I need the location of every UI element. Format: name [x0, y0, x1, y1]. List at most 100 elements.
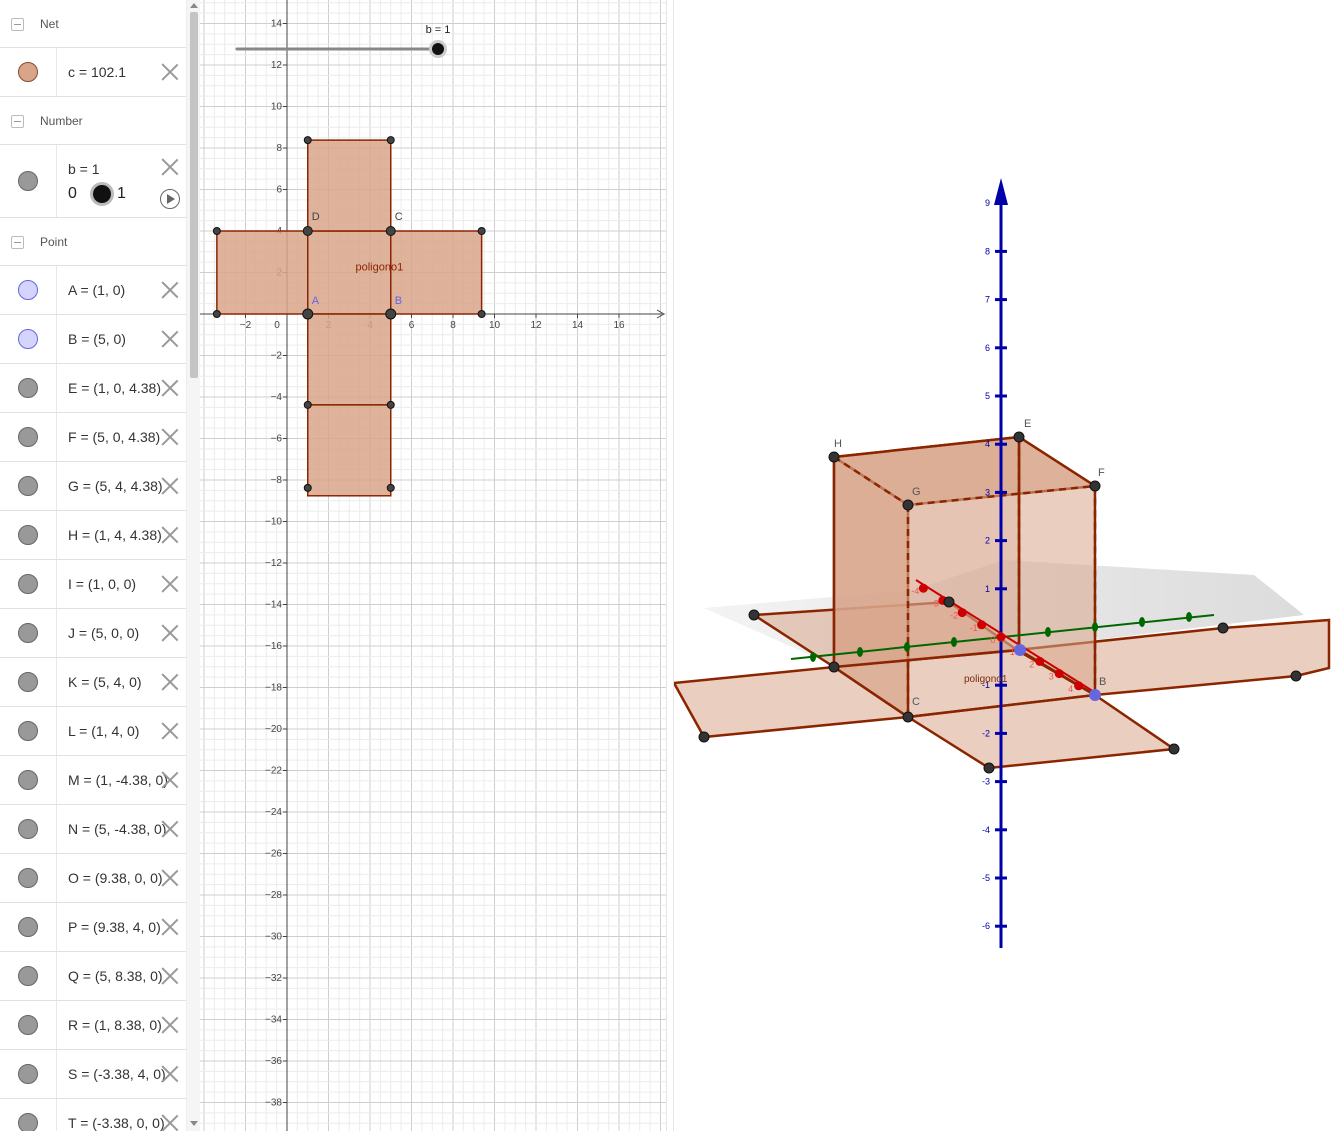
visibility-toggle[interactable]: [18, 1113, 38, 1131]
algebra-row-point[interactable]: G = (5, 4, 4.38): [0, 462, 186, 511]
play-button[interactable]: [160, 189, 180, 209]
algebra-row-point[interactable]: Q = (5, 8.38, 0): [0, 952, 186, 1001]
algebra-row-c[interactable]: c = 102.1: [0, 48, 186, 97]
visibility-toggle[interactable]: [18, 525, 38, 545]
delete-icon[interactable]: [161, 869, 179, 887]
algebra-row-point[interactable]: L = (1, 4, 0): [0, 707, 186, 756]
visibility-toggle[interactable]: [18, 62, 38, 82]
object-definition[interactable]: Q = (5, 8.38, 0): [68, 968, 163, 984]
collapse-icon[interactable]: [11, 115, 24, 128]
algebra-row-point[interactable]: K = (5, 4, 0): [0, 658, 186, 707]
algebra-row-point[interactable]: T = (-3.38, 0, 0): [0, 1099, 186, 1131]
object-definition[interactable]: N = (5, -4.38, 0): [68, 821, 166, 837]
graphics-3d-canvas[interactable]: 987654321-1-2-3-4-5-6-4-3-2-101234poligo…: [671, 0, 1331, 1131]
object-definition[interactable]: E = (1, 0, 4.38): [68, 380, 161, 396]
scroll-down-icon[interactable]: [190, 1121, 198, 1126]
delete-icon[interactable]: [161, 428, 179, 446]
algebra-row-point[interactable]: B = (5, 0): [0, 315, 186, 364]
object-definition[interactable]: S = (-3.38, 4, 0): [68, 1066, 166, 1082]
z-tick-label: -6: [982, 921, 990, 931]
slider-thumb[interactable]: [93, 185, 111, 203]
visibility-toggle[interactable]: [18, 868, 38, 888]
visibility-toggle[interactable]: [18, 427, 38, 447]
object-definition[interactable]: A = (1, 0): [68, 282, 125, 298]
delete-icon[interactable]: [161, 673, 179, 691]
object-definition[interactable]: L = (1, 4, 0): [68, 723, 139, 739]
algebra-row-point[interactable]: H = (1, 4, 4.38): [0, 511, 186, 560]
algebra-row-point[interactable]: O = (9.38, 0, 0): [0, 854, 186, 903]
object-definition[interactable]: K = (5, 4, 0): [68, 674, 142, 690]
z-tick-label: -2: [982, 728, 990, 738]
algebra-row-b[interactable]: b = 1 0 1: [0, 145, 186, 218]
object-definition[interactable]: B = (5, 0): [68, 331, 126, 347]
delete-icon[interactable]: [161, 281, 179, 299]
object-definition[interactable]: P = (9.38, 4, 0): [68, 919, 161, 935]
visibility-toggle[interactable]: [18, 476, 38, 496]
object-definition[interactable]: G = (5, 4, 4.38): [68, 478, 163, 494]
visibility-toggle[interactable]: [18, 966, 38, 986]
visibility-toggle[interactable]: [18, 819, 38, 839]
collapse-icon[interactable]: [11, 18, 24, 31]
scroll-up-icon[interactable]: [190, 3, 198, 8]
object-definition[interactable]: c = 102.1: [68, 64, 126, 80]
graphics-view-3d[interactable]: 9 8 7 6 5 4 3 2 1 -1 -2 -3 -4 -5 -6 -4 -3 -2 -1 0 1 2 3 4 poligo…: [671, 0, 1331, 1131]
delete-icon[interactable]: [161, 63, 179, 81]
visibility-toggle[interactable]: [18, 280, 38, 300]
object-definition[interactable]: J = (5, 0, 0): [68, 625, 139, 641]
delete-icon[interactable]: [161, 820, 179, 838]
visibility-toggle[interactable]: [18, 378, 38, 398]
delete-icon[interactable]: [161, 722, 179, 740]
object-definition[interactable]: M = (1, -4.38, 0): [68, 772, 168, 788]
delete-icon[interactable]: [161, 771, 179, 789]
visibility-toggle[interactable]: [18, 574, 38, 594]
object-definition[interactable]: O = (9.38, 0, 0): [68, 870, 163, 886]
visibility-toggle[interactable]: [18, 770, 38, 790]
visibility-toggle[interactable]: [18, 917, 38, 937]
algebra-row-point[interactable]: F = (5, 0, 4.38): [0, 413, 186, 462]
algebra-row-point[interactable]: E = (1, 0, 4.38): [0, 364, 186, 413]
y-tick-label: −22: [265, 766, 282, 777]
algebra-row-point[interactable]: M = (1, -4.38, 0): [0, 756, 186, 805]
object-definition[interactable]: F = (5, 0, 4.38): [68, 429, 160, 445]
delete-icon[interactable]: [161, 1016, 179, 1034]
group-number[interactable]: Number: [0, 97, 186, 145]
algebra-row-point[interactable]: J = (5, 0, 0): [0, 609, 186, 658]
object-definition[interactable]: b = 1: [68, 161, 100, 177]
graphics-view-2d[interactable]: −202468101214161412108642−2−4−6−8−10−12−…: [200, 0, 674, 1131]
delete-icon[interactable]: [161, 379, 179, 397]
object-definition[interactable]: H = (1, 4, 4.38): [68, 527, 162, 543]
visibility-toggle[interactable]: [18, 623, 38, 643]
graphics-2d-canvas[interactable]: −202468101214161412108642−2−4−6−8−10−12−…: [200, 0, 666, 1131]
delete-icon[interactable]: [161, 1114, 179, 1131]
group-net[interactable]: Net: [0, 0, 186, 48]
algebra-row-point[interactable]: R = (1, 8.38, 0): [0, 1001, 186, 1050]
visibility-toggle[interactable]: [18, 721, 38, 741]
algebra-row-point[interactable]: A = (1, 0): [0, 266, 186, 315]
delete-icon[interactable]: [161, 526, 179, 544]
group-point[interactable]: Point: [0, 218, 186, 266]
delete-icon[interactable]: [161, 918, 179, 936]
algebra-row-point[interactable]: I = (1, 0, 0): [0, 560, 186, 609]
delete-icon[interactable]: [161, 967, 179, 985]
algebra-row-point[interactable]: N = (5, -4.38, 0): [0, 805, 186, 854]
visibility-toggle[interactable]: [18, 1015, 38, 1035]
object-definition[interactable]: I = (1, 0, 0): [68, 576, 136, 592]
delete-icon[interactable]: [161, 575, 179, 593]
delete-icon[interactable]: [161, 158, 179, 176]
collapse-icon[interactable]: [11, 236, 24, 249]
view-splitter[interactable]: [666, 0, 674, 1131]
algebra-scrollbar[interactable]: [186, 0, 200, 1131]
object-definition[interactable]: R = (1, 8.38, 0): [68, 1017, 162, 1033]
visibility-toggle[interactable]: [18, 171, 38, 191]
visibility-toggle[interactable]: [18, 329, 38, 349]
scrollbar-thumb[interactable]: [190, 12, 198, 378]
object-definition[interactable]: T = (-3.38, 0, 0): [68, 1115, 165, 1131]
delete-icon[interactable]: [161, 477, 179, 495]
delete-icon[interactable]: [161, 330, 179, 348]
algebra-row-point[interactable]: S = (-3.38, 4, 0): [0, 1050, 186, 1099]
visibility-toggle[interactable]: [18, 672, 38, 692]
delete-icon[interactable]: [161, 624, 179, 642]
delete-icon[interactable]: [161, 1065, 179, 1083]
algebra-row-point[interactable]: P = (9.38, 4, 0): [0, 903, 186, 952]
visibility-toggle[interactable]: [18, 1064, 38, 1084]
